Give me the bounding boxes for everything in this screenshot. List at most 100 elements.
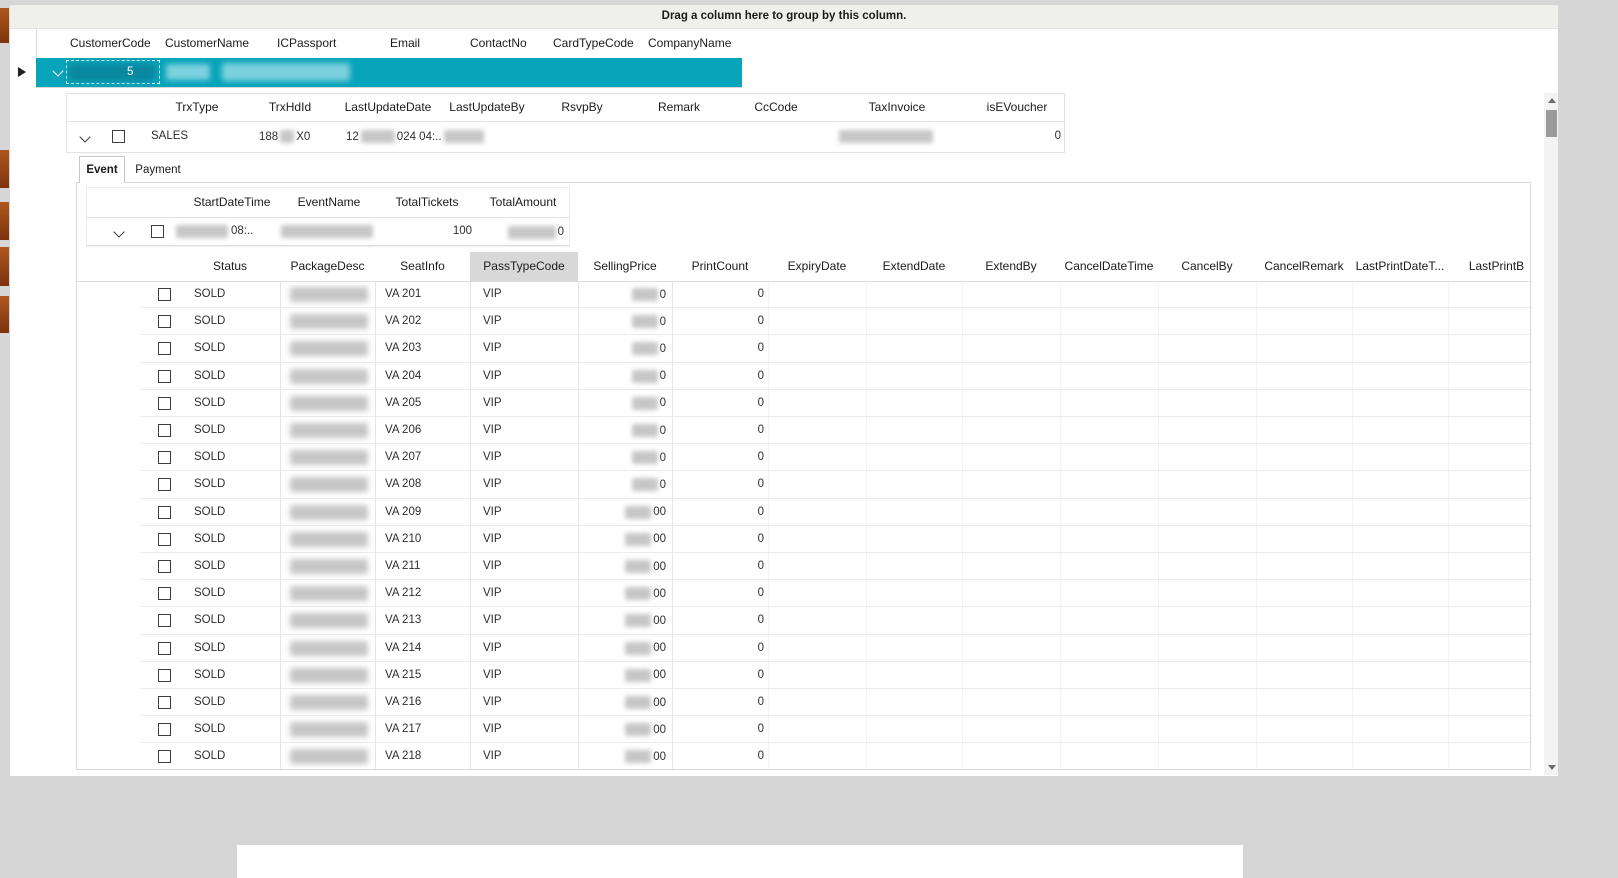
- selling-price-cell: 0: [632, 444, 666, 471]
- redacted-package-desc: [290, 749, 368, 764]
- selling-price-fragment: 00: [653, 615, 666, 627]
- row-checkbox[interactable]: [158, 533, 171, 546]
- ticket-row[interactable]: SOLDVA 204VIP00: [140, 363, 1532, 390]
- chevron-down-icon[interactable]: [52, 65, 63, 76]
- column-header-PackageDesc[interactable]: PackageDesc: [280, 252, 375, 281]
- column-header-ExtendBy[interactable]: ExtendBy: [962, 252, 1060, 281]
- ticket-row[interactable]: SOLDVA 211VIP000: [140, 553, 1532, 580]
- customer-row-selected[interactable]: 5: [36, 58, 742, 88]
- column-header-ICPassport[interactable]: ICPassport: [277, 30, 336, 57]
- row-checkbox[interactable]: [158, 397, 171, 410]
- row-checkbox[interactable]: [158, 315, 171, 328]
- ticket-row[interactable]: SOLDVA 209VIP000: [140, 499, 1532, 526]
- group-by-hint: Drag a column here to group by this colu…: [662, 10, 907, 22]
- row-checkbox[interactable]: [158, 669, 171, 682]
- column-header-LastUpdateBy[interactable]: LastUpdateBy: [449, 94, 524, 121]
- row-checkbox[interactable]: [158, 614, 171, 627]
- event-row[interactable]: 08:.. 100 0: [87, 218, 569, 246]
- column-header-TrxHdId[interactable]: TrxHdId: [269, 94, 311, 121]
- column-header-CustomerCode[interactable]: CustomerCode: [70, 30, 151, 57]
- ticket-row[interactable]: SOLDVA 212VIP000: [140, 580, 1532, 607]
- row-checkbox[interactable]: [158, 451, 171, 464]
- current-row-indicator-icon: [18, 67, 26, 77]
- ticket-row[interactable]: SOLDVA 205VIP00: [140, 390, 1532, 417]
- column-header-CancelDateTime[interactable]: CancelDateTime: [1060, 252, 1158, 281]
- column-header-Status[interactable]: Status: [180, 252, 280, 281]
- transaction-row[interactable]: SALES 188 X0 12 024 04:.. 0: [67, 122, 1064, 151]
- pass-type-cell: VIP: [483, 390, 502, 417]
- ticket-row[interactable]: SOLDVA 213VIP000: [140, 607, 1532, 634]
- redacted-package-desc: [290, 532, 368, 547]
- column-header-isEVoucher[interactable]: isEVoucher: [987, 94, 1048, 121]
- column-header-LastPrintB[interactable]: LastPrintB: [1448, 252, 1532, 281]
- column-header-CardTypeCode[interactable]: CardTypeCode: [553, 30, 634, 57]
- column-header-EventName[interactable]: EventName: [298, 188, 361, 217]
- column-header-CcCode[interactable]: CcCode: [754, 94, 797, 121]
- ticket-row[interactable]: SOLDVA 201VIP00: [140, 281, 1532, 308]
- column-header-SellingPrice[interactable]: SellingPrice: [578, 252, 672, 281]
- ticket-row[interactable]: SOLDVA 208VIP00: [140, 471, 1532, 498]
- row-checkbox[interactable]: [158, 288, 171, 301]
- status-cell: SOLD: [194, 335, 225, 362]
- group-by-panel[interactable]: Drag a column here to group by this colu…: [10, 5, 1558, 29]
- column-header-LastPrintDateT...[interactable]: LastPrintDateT...: [1352, 252, 1448, 281]
- row-checkbox[interactable]: [158, 723, 171, 736]
- row-checkbox[interactable]: [158, 696, 171, 709]
- ticket-row[interactable]: SOLDVA 202VIP00: [140, 308, 1532, 335]
- vertical-scrollbar[interactable]: [1544, 93, 1558, 775]
- column-header-ContactNo[interactable]: ContactNo: [470, 30, 527, 57]
- ticket-row[interactable]: SOLDVA 218VIP000: [140, 743, 1532, 769]
- column-header-CancelRemark[interactable]: CancelRemark: [1256, 252, 1352, 281]
- column-header-CustomerName[interactable]: CustomerName: [165, 30, 249, 57]
- pass-type-cell: VIP: [483, 471, 502, 498]
- ticket-row[interactable]: SOLDVA 216VIP000: [140, 689, 1532, 716]
- column-header-PrintCount[interactable]: PrintCount: [672, 252, 768, 281]
- row-checkbox[interactable]: [158, 478, 171, 491]
- tab-event[interactable]: Event: [79, 156, 125, 183]
- row-checkbox[interactable]: [158, 560, 171, 573]
- row-checkbox[interactable]: [158, 506, 171, 519]
- row-checkbox[interactable]: [112, 130, 125, 143]
- chevron-down-icon[interactable]: [113, 226, 124, 237]
- ticket-row[interactable]: SOLDVA 215VIP000: [140, 662, 1532, 689]
- column-header-TrxType[interactable]: TrxType: [176, 94, 219, 121]
- column-header-RsvpBy[interactable]: RsvpBy: [561, 94, 602, 121]
- print-count-cell: 0: [758, 607, 764, 634]
- row-checkbox[interactable]: [158, 342, 171, 355]
- column-header-TaxInvoice[interactable]: TaxInvoice: [869, 94, 926, 121]
- chevron-down-icon[interactable]: [79, 131, 90, 142]
- scroll-up-button[interactable]: [1544, 93, 1558, 108]
- customer-code-cell[interactable]: 5: [66, 60, 160, 84]
- ticket-row[interactable]: SOLDVA 203VIP00: [140, 335, 1532, 362]
- date-prefix: 12: [346, 131, 359, 143]
- column-header-ExtendDate[interactable]: ExtendDate: [866, 252, 962, 281]
- tab-payment[interactable]: Payment: [127, 158, 189, 182]
- column-header-CancelBy[interactable]: CancelBy: [1158, 252, 1256, 281]
- print-count-cell: 0: [758, 689, 764, 716]
- ticket-row[interactable]: SOLDVA 206VIP00: [140, 417, 1532, 444]
- column-header-PassTypeCode[interactable]: PassTypeCode: [470, 252, 578, 281]
- column-header-Email[interactable]: Email: [390, 30, 420, 57]
- redacted-selling-price: [625, 587, 651, 600]
- scrollbar-thumb[interactable]: [1546, 110, 1557, 137]
- column-header-Remark[interactable]: Remark: [658, 94, 700, 121]
- row-checkbox[interactable]: [151, 225, 164, 238]
- ticket-row[interactable]: SOLDVA 207VIP00: [140, 444, 1532, 471]
- ticket-row[interactable]: SOLDVA 214VIP000: [140, 635, 1532, 662]
- row-checkbox[interactable]: [158, 370, 171, 383]
- ticket-row[interactable]: SOLDVA 210VIP000: [140, 526, 1532, 553]
- ticket-row[interactable]: SOLDVA 217VIP000: [140, 716, 1532, 743]
- column-header-TotalTickets[interactable]: TotalTickets: [396, 188, 459, 217]
- column-header-LastUpdateDate[interactable]: LastUpdateDate: [345, 94, 432, 121]
- column-header-StartDateTime[interactable]: StartDateTime: [194, 188, 271, 217]
- row-checkbox[interactable]: [158, 750, 171, 763]
- row-checkbox[interactable]: [158, 587, 171, 600]
- column-header-SeatInfo[interactable]: SeatInfo: [375, 252, 470, 281]
- row-checkbox[interactable]: [158, 424, 171, 437]
- column-header-CompanyName[interactable]: CompanyName: [648, 30, 731, 57]
- column-header-TotalAmount[interactable]: TotalAmount: [490, 188, 557, 217]
- row-checkbox[interactable]: [158, 642, 171, 655]
- column-header-ExpiryDate[interactable]: ExpiryDate: [768, 252, 866, 281]
- scroll-down-button[interactable]: [1544, 760, 1558, 775]
- selling-price-cell: 0: [632, 471, 666, 498]
